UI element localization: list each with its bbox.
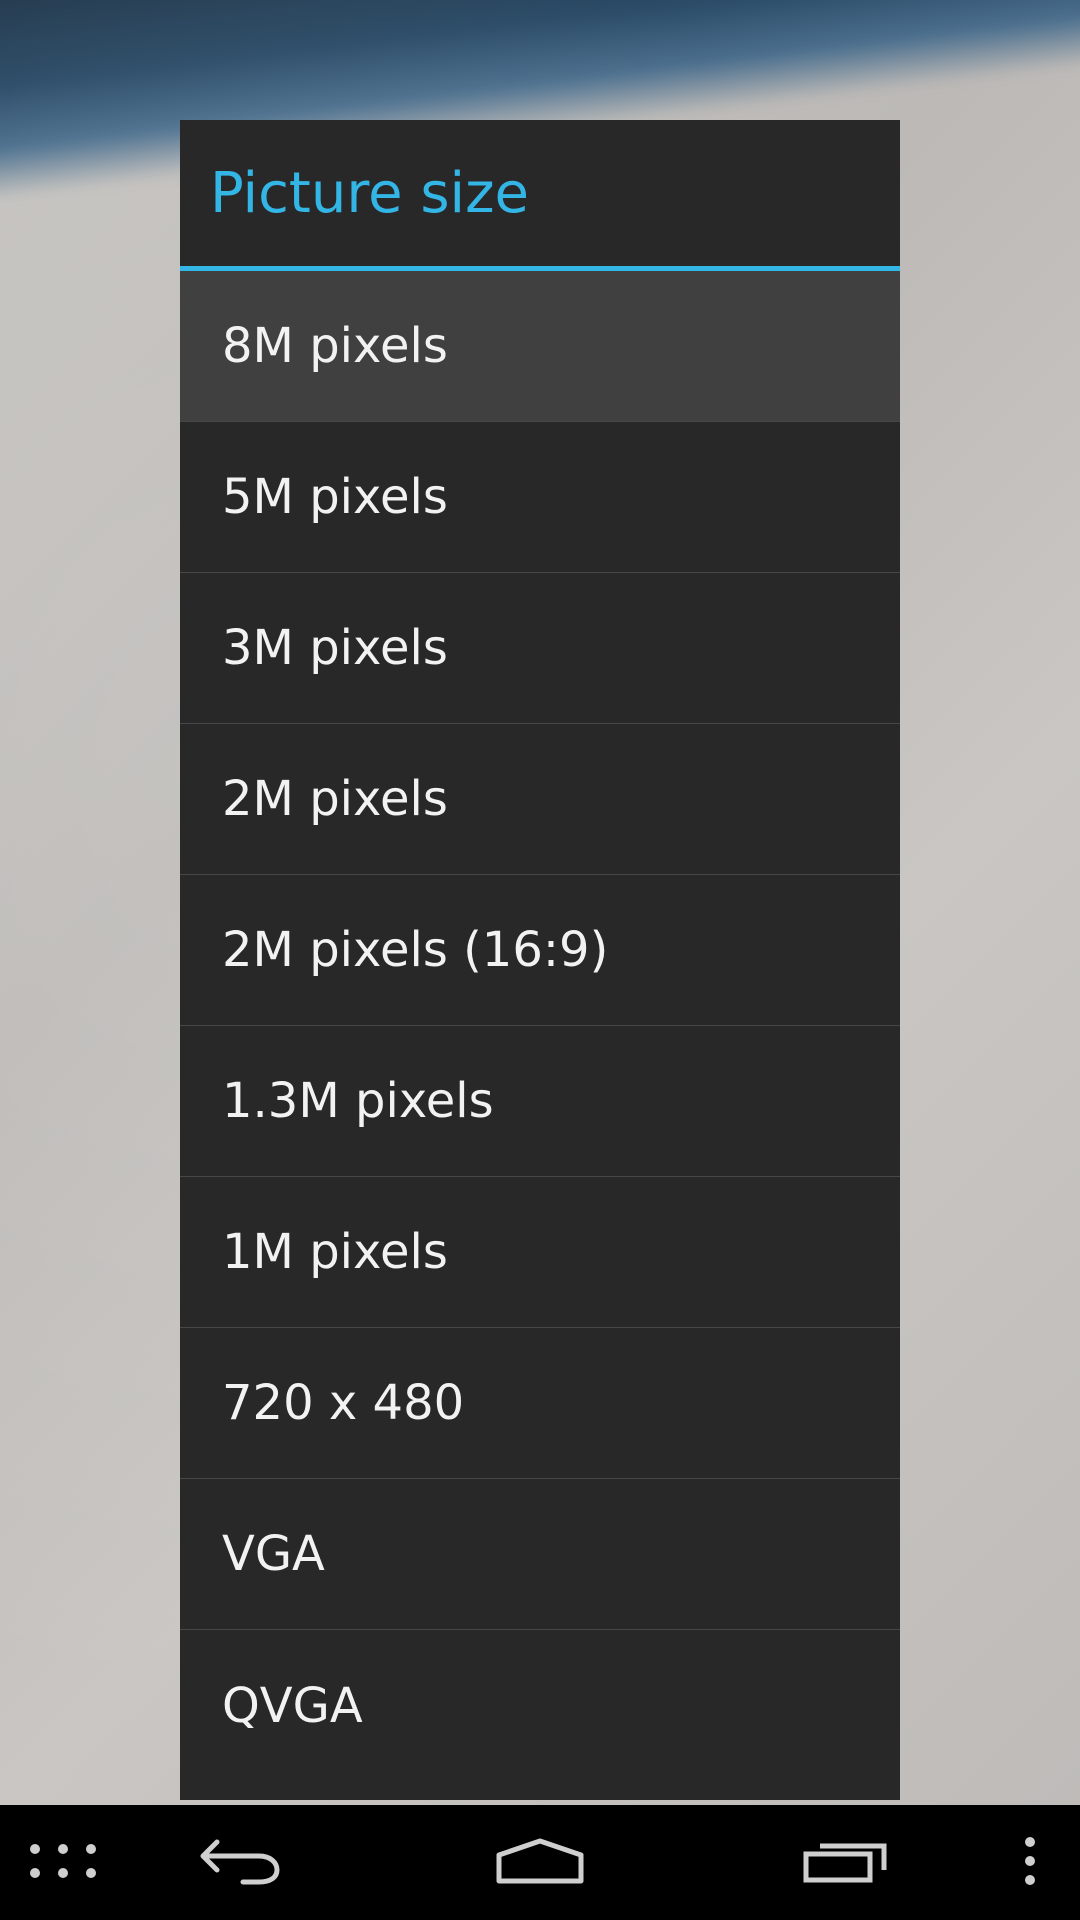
home-icon bbox=[495, 1837, 585, 1889]
recent-apps-button[interactable] bbox=[795, 1805, 895, 1920]
recent-apps-icon bbox=[802, 1838, 888, 1888]
dialog-title: Picture size bbox=[210, 160, 529, 226]
option-8m-pixels[interactable]: 8M pixels bbox=[180, 271, 900, 422]
apps-button[interactable] bbox=[18, 1805, 108, 1920]
option-1-3m-pixels[interactable]: 1.3M pixels bbox=[180, 1026, 900, 1177]
option-qvga[interactable]: QVGA bbox=[180, 1630, 900, 1781]
option-3m-pixels[interactable]: 3M pixels bbox=[180, 573, 900, 724]
option-720x480[interactable]: 720 x 480 bbox=[180, 1328, 900, 1479]
back-icon bbox=[197, 1836, 283, 1890]
overflow-menu-button[interactable] bbox=[1000, 1805, 1060, 1920]
back-button[interactable] bbox=[190, 1805, 290, 1920]
option-2m-pixels[interactable]: 2M pixels bbox=[180, 724, 900, 875]
picture-size-dialog: Picture size 8M pixels 5M pixels 3M pixe… bbox=[180, 120, 900, 1800]
home-button[interactable] bbox=[490, 1805, 590, 1920]
option-5m-pixels[interactable]: 5M pixels bbox=[180, 422, 900, 573]
overflow-menu-icon bbox=[1023, 1836, 1037, 1890]
camera-screen: Picture size 8M pixels 5M pixels 3M pixe… bbox=[0, 0, 1080, 1920]
navigation-bar bbox=[0, 1805, 1080, 1920]
apps-icon bbox=[25, 1838, 101, 1888]
option-1m-pixels[interactable]: 1M pixels bbox=[180, 1177, 900, 1328]
option-2m-pixels-16-9[interactable]: 2M pixels (16:9) bbox=[180, 875, 900, 1026]
option-vga[interactable]: VGA bbox=[180, 1479, 900, 1630]
picture-size-list: 8M pixels 5M pixels 3M pixels 2M pixels … bbox=[180, 271, 900, 1781]
